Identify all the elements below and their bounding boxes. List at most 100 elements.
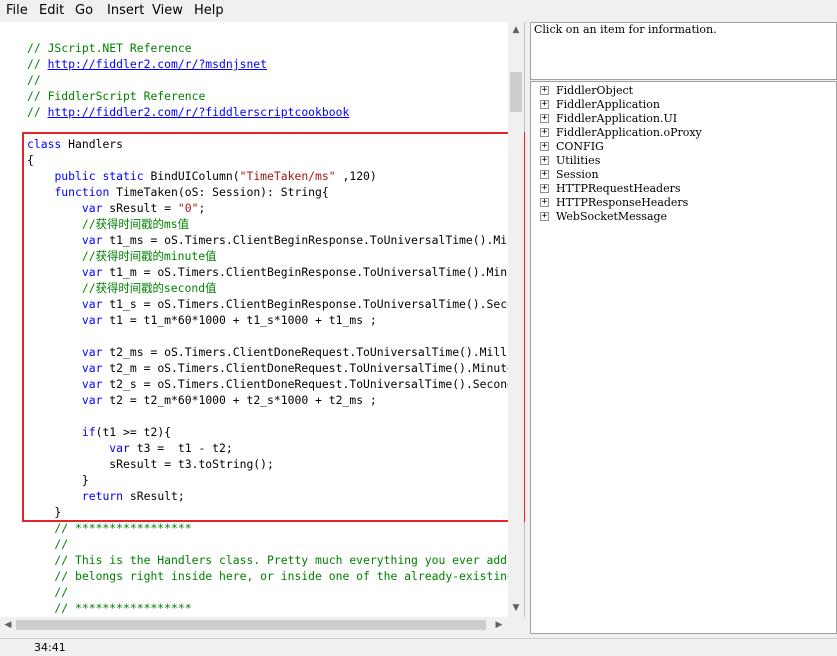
vertical-scrollbar[interactable]: ▲ ▼	[508, 22, 524, 618]
horizontal-scroll-thumb[interactable]	[16, 620, 486, 630]
code-token: ,120)	[335, 169, 377, 183]
menu-view[interactable]: View	[152, 3, 183, 18]
code-token: //	[27, 73, 41, 87]
class-explorer-tree[interactable]: + FiddlerObject + FiddlerApplication + Fiddle…	[530, 81, 837, 634]
expand-plus-icon[interactable]: +	[540, 100, 549, 109]
code-line: var t2_m = oS.Timers.ClientDoneRequest.T…	[27, 360, 508, 376]
code-token: t3 = t1 - t2;	[129, 441, 233, 455]
code-token: var	[81, 393, 103, 407]
code-line: // FiddlerScript Reference	[27, 88, 508, 104]
tree-item-label: Session	[556, 168, 599, 181]
code-token: t1 = t1_m*60*1000 + t1_s*1000 + t1_ms ;	[102, 313, 377, 327]
code-line: var t1_s = oS.Timers.ClientBeginResponse…	[27, 296, 508, 312]
expand-plus-icon[interactable]: +	[540, 198, 549, 207]
expand-plus-icon[interactable]: +	[540, 86, 549, 95]
code-token: t2_ms = oS.Timers.ClientDoneRequest.ToUn…	[109, 345, 508, 359]
code-token: }	[27, 473, 89, 487]
expand-plus-icon[interactable]: +	[540, 170, 549, 179]
menu-file[interactable]: File	[6, 3, 28, 18]
code-token: //获得时间戳的minute值	[81, 249, 217, 263]
menu-go[interactable]: Go	[75, 3, 93, 18]
expand-plus-icon[interactable]: +	[540, 114, 549, 123]
code-line: //	[27, 72, 508, 88]
code-token: // FiddlerScript Reference	[27, 89, 206, 103]
url-link[interactable]: http://fiddler2.com/r/?msdnjsnet	[48, 57, 267, 71]
code-line: var sResult = "0";	[27, 200, 508, 216]
expand-plus-icon[interactable]: +	[540, 156, 549, 165]
code-token: "TimeTaken/ms"	[239, 169, 336, 183]
code-token: var	[81, 201, 103, 215]
code-line: // *****************	[27, 520, 508, 536]
code-line: var t2_s = oS.Timers.ClientDoneRequest.T…	[27, 376, 508, 392]
code-line: //	[27, 536, 508, 552]
code-token: // *****************	[27, 601, 192, 615]
code-token: t1_m = oS.Timers.ClientBeginResponse.ToU…	[102, 265, 508, 279]
code-token: if	[81, 425, 96, 439]
tree-item-label: Utilities	[556, 154, 601, 167]
menu-edit[interactable]: Edit	[39, 3, 64, 18]
code-token: "0"	[177, 201, 199, 215]
code-line: // http://fiddler2.com/r/?fiddlerscriptc…	[27, 104, 508, 120]
code-line: }	[27, 504, 508, 520]
code-line: {	[27, 152, 508, 168]
code-token: class	[27, 137, 62, 151]
code-line: // belongs right inside here, or inside …	[27, 568, 508, 584]
code-token: sResult =	[102, 201, 178, 215]
code-token: //	[27, 585, 69, 599]
code-token: sResult;	[123, 489, 185, 503]
expand-plus-icon[interactable]: +	[540, 212, 549, 221]
expand-plus-icon[interactable]: +	[540, 128, 549, 137]
scroll-left-icon[interactable]: ◀	[0, 617, 16, 633]
code-line: // JScript.NET Reference	[27, 40, 508, 56]
code-token: t1_s = oS.Timers.ClientBeginResponse.ToU…	[102, 297, 508, 311]
scroll-up-icon[interactable]: ▲	[508, 22, 524, 38]
scroll-down-icon[interactable]: ▼	[508, 600, 524, 616]
code-token: //	[27, 537, 69, 551]
code-token: //	[27, 57, 48, 71]
code-line: if(t1 >= t2){	[27, 424, 508, 440]
tree-item-label: WebSocketMessage	[556, 210, 668, 223]
code-line: // This is the Handlers class. Pretty mu…	[27, 552, 508, 568]
code-line: var t1 = t1_m*60*1000 + t1_s*1000 + t1_m…	[27, 312, 508, 328]
code-token: //获得时间戳的second值	[81, 281, 217, 295]
code-token: t2 = t2_m*60*1000 + t2_s*1000 + t2_ms ;	[102, 393, 377, 407]
menu-help[interactable]: Help	[194, 3, 224, 18]
code-token: BindUIColumn(	[143, 169, 240, 183]
code-token: // This is the Handlers class. Pretty mu…	[54, 553, 508, 567]
code-token: var	[81, 233, 103, 247]
tree-item-label: FiddlerApplication.UI	[556, 112, 678, 125]
tree-item-label: FiddlerApplication	[556, 98, 660, 111]
code-area[interactable]: // JScript.NET Reference// http://fiddle…	[0, 22, 508, 618]
code-token: var	[109, 441, 130, 455]
code-line: sResult = t3.toString();	[27, 456, 508, 472]
vertical-scroll-thumb[interactable]	[510, 72, 522, 112]
script-editor[interactable]: // JScript.NET Reference// http://fiddle…	[0, 22, 525, 619]
horizontal-scrollbar[interactable]: ◀ ▶	[0, 617, 509, 633]
cursor-position: 34:41	[34, 641, 66, 654]
code-token: }	[27, 505, 62, 519]
menu-insert[interactable]: Insert	[107, 3, 144, 18]
url-link[interactable]: http://fiddler2.com/r/?fiddlerscriptcook…	[48, 105, 350, 119]
expand-plus-icon[interactable]: +	[540, 142, 549, 151]
code-token: // belongs right inside here, or inside …	[54, 569, 508, 583]
scroll-right-icon[interactable]: ▶	[491, 617, 507, 633]
code-line: }	[27, 472, 508, 488]
tree-item-label: FiddlerApplication.oProxy	[556, 126, 702, 139]
code-token: return	[81, 489, 124, 503]
code-token: Handlers	[61, 137, 124, 151]
code-token: // *****************	[27, 521, 192, 535]
status-bar: 34:41	[0, 638, 837, 656]
code-line: var t1_m = oS.Timers.ClientBeginResponse…	[27, 264, 508, 280]
code-token: var	[81, 297, 103, 311]
expand-plus-icon[interactable]: +	[540, 184, 549, 193]
code-line: var t2 = t2_m*60*1000 + t2_s*1000 + t2_m…	[27, 392, 508, 408]
